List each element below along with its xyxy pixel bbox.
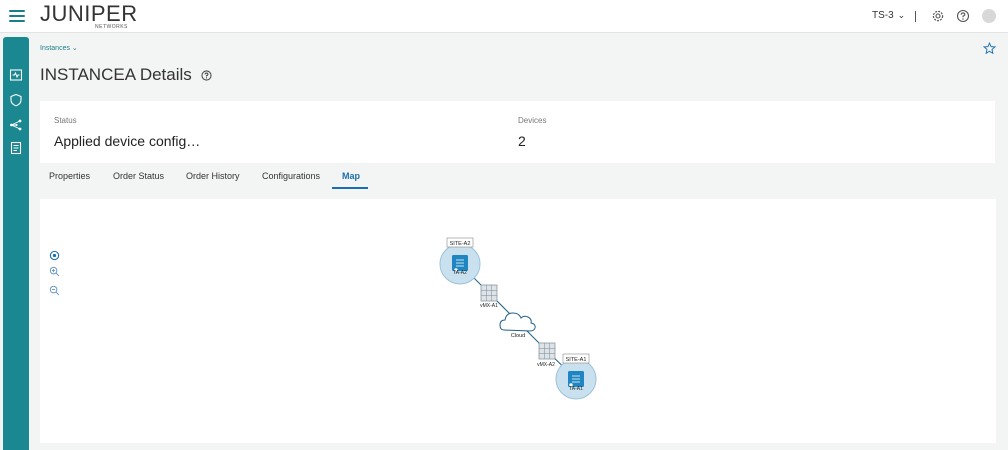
zoom-in-icon[interactable] bbox=[49, 266, 60, 277]
tab-order-status[interactable]: Order Status bbox=[113, 171, 164, 181]
avatar[interactable] bbox=[982, 9, 996, 23]
status-label: Status bbox=[54, 116, 77, 125]
juniper-logo[interactable]: JUNIPER NETWORKS bbox=[40, 1, 138, 31]
left-nav-rail bbox=[3, 37, 29, 450]
page-title: INSTANCEA Details bbox=[40, 65, 212, 85]
breadcrumb-instances: Instances bbox=[40, 45, 70, 52]
devices-label: Devices bbox=[518, 116, 547, 125]
summary-card: Status Applied device config… Devices 2 bbox=[40, 101, 995, 163]
favorite-star-icon[interactable] bbox=[983, 42, 996, 55]
breadcrumb[interactable]: Instances ⌄ bbox=[40, 44, 78, 52]
target-icon[interactable] bbox=[49, 250, 60, 261]
hamburger-menu-icon[interactable] bbox=[9, 10, 25, 22]
shield-icon[interactable] bbox=[9, 93, 23, 107]
map-panel[interactable] bbox=[40, 199, 996, 443]
logo-subtitle: NETWORKS bbox=[95, 24, 128, 30]
top-header: JUNIPER NETWORKS TS-3 ⌄ bbox=[0, 0, 1008, 33]
help-icon[interactable] bbox=[200, 70, 212, 81]
tenant-selector[interactable]: TS-3 ⌄ bbox=[872, 10, 905, 21]
chevron-down-icon: ⌄ bbox=[897, 10, 906, 20]
chevron-down-icon: ⌄ bbox=[71, 45, 78, 52]
tab-configurations[interactable]: Configurations bbox=[262, 171, 320, 181]
network-icon[interactable] bbox=[9, 118, 23, 132]
help-icon[interactable] bbox=[956, 9, 970, 23]
logo-wordmark: JUNIPER bbox=[40, 1, 138, 26]
document-icon[interactable] bbox=[9, 141, 23, 155]
tab-properties[interactable]: Properties bbox=[49, 171, 90, 181]
devices-value: 2 bbox=[518, 133, 526, 149]
tab-map[interactable]: Map bbox=[342, 171, 360, 181]
header-divider bbox=[915, 11, 916, 22]
tab-order-history[interactable]: Order History bbox=[186, 171, 240, 181]
dashboard-icon[interactable] bbox=[9, 68, 23, 82]
status-value: Applied device config… bbox=[54, 133, 201, 149]
gear-icon[interactable] bbox=[931, 9, 945, 23]
page-title-text: INSTANCEA Details bbox=[40, 65, 192, 84]
tenant-name: TS-3 bbox=[872, 10, 894, 21]
zoom-out-icon[interactable] bbox=[49, 285, 60, 296]
active-tab-indicator bbox=[332, 187, 368, 189]
